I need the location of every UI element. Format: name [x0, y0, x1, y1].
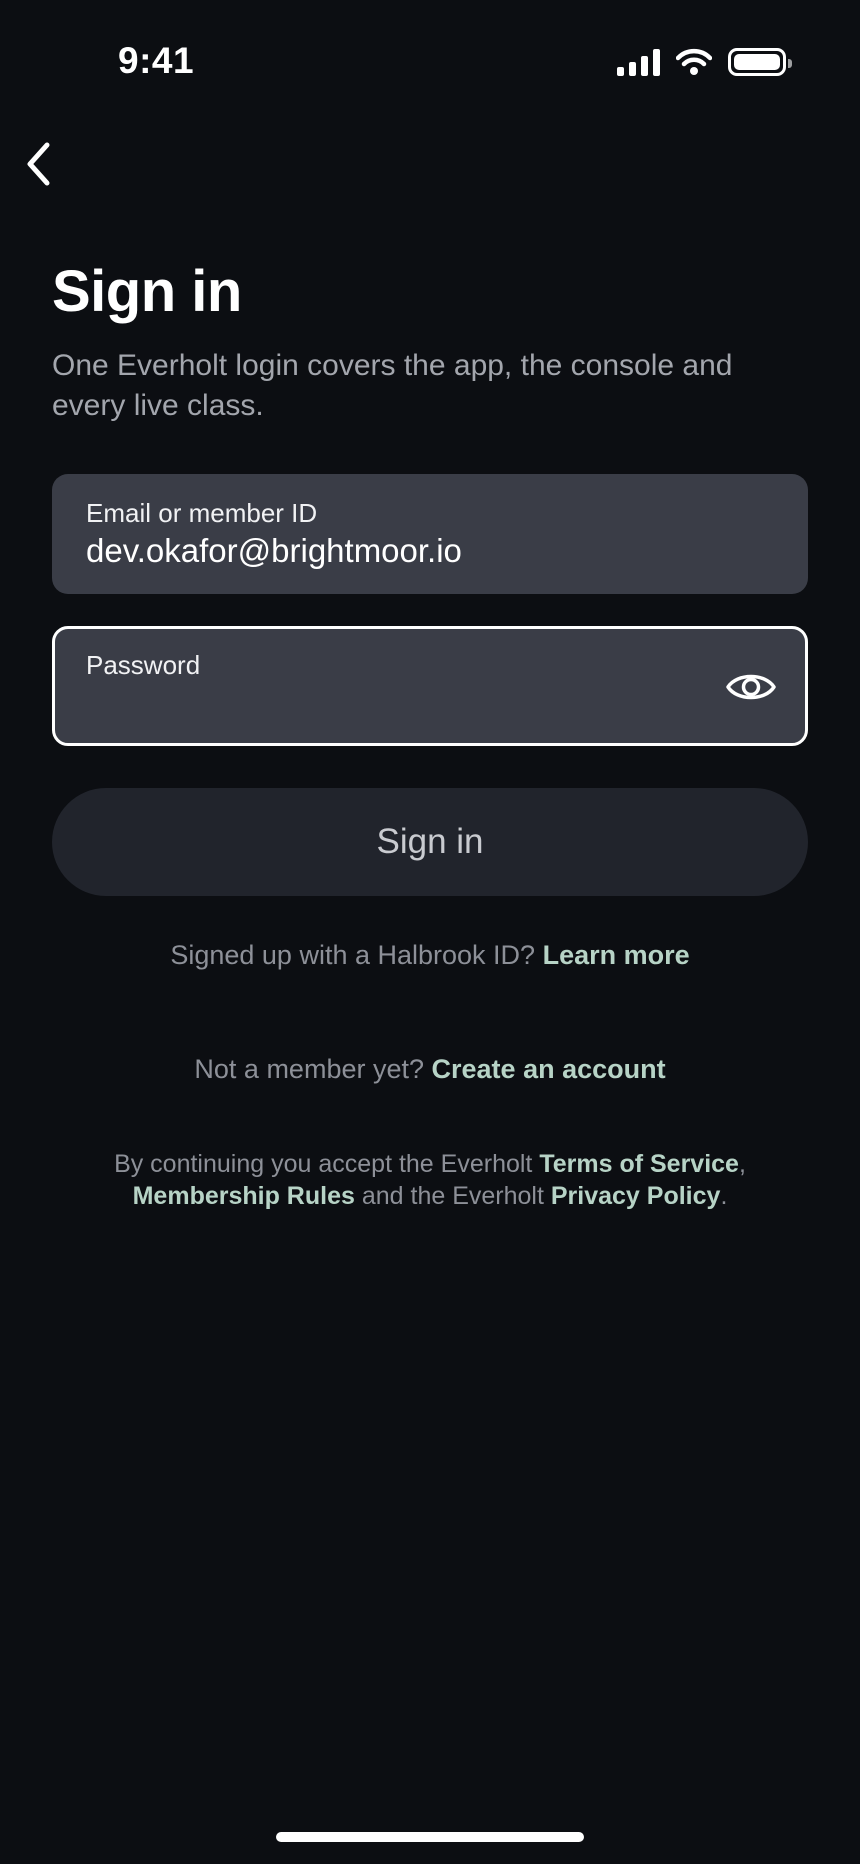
create-account-link[interactable]: Create an account [432, 1054, 666, 1084]
legal-prefix: By continuing you accept the Everholt [114, 1150, 533, 1178]
page-subtitle: One Everholt login covers the app, the c… [52, 349, 733, 422]
status-time: 9:41 [118, 40, 195, 81]
back-button[interactable] [12, 138, 64, 190]
signup-text: Not a member yet? [194, 1054, 424, 1084]
halbrook-line: Signed up with a Halbrook ID? Learn more [0, 940, 860, 971]
privacy-policy-link[interactable]: Privacy Policy [551, 1182, 721, 1210]
learn-more-link[interactable]: Learn more [543, 940, 690, 970]
email-field[interactable]: Email or member ID [52, 474, 808, 594]
terms-of-service-link[interactable]: Terms of Service [539, 1150, 739, 1178]
email-field-value[interactable] [86, 532, 686, 570]
status-icons [617, 48, 792, 76]
eye-icon[interactable] [725, 667, 777, 707]
legal-comma: , [738, 1150, 746, 1178]
email-field-label: Email or member ID [86, 498, 318, 528]
home-indicator[interactable] [276, 1832, 584, 1842]
password-field-value[interactable] [89, 687, 689, 725]
password-field[interactable]: Password [52, 626, 808, 746]
legal-suffix: . [720, 1182, 728, 1210]
sign-in-button[interactable]: Sign in [52, 788, 808, 896]
wifi-icon [676, 48, 712, 75]
legal-middle: and the Everholt [361, 1182, 544, 1210]
cellular-signal-icon [617, 48, 660, 76]
password-field-label: Password [86, 650, 201, 680]
chevron-left-icon [27, 142, 50, 186]
legal-notice: By continuing you accept the Everholt Te… [60, 1148, 800, 1212]
sign-in-screen: 9:41 Sign in One Everholt login covers t… [0, 0, 860, 1864]
halbrook-text: Signed up with a Halbrook ID? [170, 940, 536, 970]
membership-rules-link[interactable]: Membership Rules [133, 1182, 355, 1210]
page-title: Sign in [52, 259, 242, 324]
email-input[interactable] [86, 532, 686, 570]
signup-line: Not a member yet? Create an account [0, 1054, 860, 1085]
battery-icon [728, 48, 792, 76]
password-input[interactable] [89, 687, 689, 725]
status-bar: 9:41 [0, 0, 860, 126]
